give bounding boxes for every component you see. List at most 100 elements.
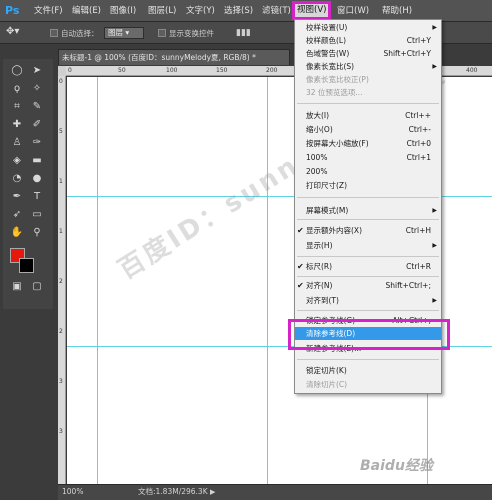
menu-item-rulers[interactable]: ✔ 标尺(R) Ctrl+R [295,260,441,273]
move-tool-icon[interactable]: ✥▾ [6,26,19,37]
ruler-tick-label: 3 [59,378,63,385]
ruler-tick-label: 400 [466,67,478,74]
menu-help[interactable]: 帮助(H) [380,4,414,18]
menu-item-clear-slices: 清除切片(C) [306,380,348,389]
menu-separator [297,103,439,104]
ruler-origin[interactable] [58,66,66,76]
gradient-tool-icon[interactable]: ▬ [28,153,46,169]
show-transform-checkbox[interactable] [158,29,166,37]
document-info[interactable]: 文档:1.83M/296.3K [138,485,208,499]
lasso-tool-icon[interactable]: ϙ [8,81,26,97]
ruler-tick-label: 200 [266,67,278,74]
screen-mode-icon[interactable]: ▢ [28,279,46,295]
menu-item-proof-colors[interactable]: 校样颜色(L) Ctrl+Y [295,34,441,47]
submenu-arrow-icon: ▶ [432,207,437,214]
menu-item-100-percent[interactable]: 100% Ctrl+1 [295,151,441,164]
zoom-level[interactable]: 100% [62,485,83,499]
menu-select[interactable]: 选择(S) [222,4,255,18]
eyedropper-icon[interactable]: ✎ [28,99,46,115]
crop-tool-icon[interactable]: ⌗ [8,99,26,115]
quick-mask-icon[interactable]: ▣ [8,279,26,295]
menu-separator [297,256,439,257]
auto-select-dropdown[interactable]: 图层 ▾ [104,27,144,39]
submenu-arrow-icon: ▶ [432,242,437,249]
move-tool-icon[interactable]: ➤ [28,63,46,79]
menu-layer[interactable]: 图层(L) [146,4,178,18]
marquee-tool-icon[interactable]: ◯ [8,63,26,79]
submenu-arrow-icon: ▶ [432,24,437,31]
menu-item-lock-slices[interactable]: 锁定切片(K) [295,364,441,377]
ruler-tick-label: 5 [59,128,63,135]
blur-tool-icon[interactable]: ◔ [8,171,26,187]
menu-item-print-size[interactable]: 打印尺寸(Z) [295,179,441,192]
ruler-tick-label: 150 [216,67,228,74]
ruler-tick-label: 0 [68,67,72,74]
healing-brush-icon[interactable]: ✚ [8,117,26,133]
menu-item-snap-to[interactable]: 对齐到(T) ▶ [295,294,441,307]
shape-tool-icon[interactable]: ▭ [28,207,46,223]
menu-type[interactable]: 文字(Y) [184,4,217,18]
background-color-swatch[interactable] [19,258,34,273]
checkmark-icon: ✔ [297,262,304,271]
menu-item-proof-setup[interactable]: 校样设置(U) ▶ [295,21,441,34]
menu-separator [297,276,439,277]
auto-select-checkbox[interactable] [50,29,58,37]
menu-file[interactable]: 文件(F) [32,4,65,18]
align-icons[interactable]: ▮▮▮ [236,28,251,39]
hand-tool-icon[interactable]: ✋ [8,225,26,241]
type-tool-icon[interactable]: T [28,189,46,205]
menu-item-pixel-aspect-correction: 像素长宽比校正(P) [306,75,369,84]
ruler-tick-label: 2 [59,328,63,335]
pen-tool-icon[interactable]: ✒ [8,189,26,205]
menu-separator [297,197,439,198]
ruler-tick-label: 2 [59,278,63,285]
brush-tool-icon[interactable]: ✐ [28,117,46,133]
baidu-watermark: Baidu经验 [360,458,433,474]
clone-stamp-icon[interactable]: ♙ [8,135,26,151]
annotation-highlight [288,319,450,350]
magic-wand-icon[interactable]: ✧ [28,81,46,97]
eraser-icon[interactable]: ◈ [8,153,26,169]
menu-item-pixel-aspect[interactable]: 像素长宽比(S) ▶ [295,60,441,73]
menu-item-32bit-preview: 32 位预览选项... [306,88,363,97]
zoom-tool-icon[interactable]: ⚲ [28,225,46,241]
checkmark-icon: ✔ [297,281,304,290]
ruler-tick-label: 1 [59,228,63,235]
ruler-tick-label: 0 [59,78,63,85]
ruler-tick-label: 1 [59,178,63,185]
status-bar: 100% 文档:1.83M/296.3K ▶ [58,484,492,500]
dodge-tool-icon[interactable]: ● [28,171,46,187]
vertical-ruler[interactable]: 0 5 1 1 2 2 3 3 [58,76,66,484]
menu-item-show[interactable]: 显示(H) ▶ [295,239,441,252]
menu-item-extras[interactable]: ✔ 显示额外内容(X) Ctrl+H [295,224,441,237]
menu-item-screen-mode[interactable]: 屏幕模式(M) ▶ [295,204,441,217]
menu-window[interactable]: 窗口(W) [335,4,371,18]
menu-item-200-percent[interactable]: 200% [295,165,441,178]
menu-separator [297,359,439,360]
history-brush-icon[interactable]: ✑ [28,135,46,151]
show-transform-label: 显示变换控件 [169,29,214,38]
menu-item-snap[interactable]: ✔ 对齐(N) Shift+Ctrl+; [295,279,441,292]
document-tab[interactable]: 未标题-1 @ 100% (百度ID：sunnyMelody夏, RGB/8) … [58,49,290,65]
submenu-arrow-icon: ▶ [432,63,437,70]
menu-view[interactable]: 视图(V) [292,1,332,20]
ruler-tick-label: 100 [166,67,178,74]
guide-line-vertical[interactable] [97,77,98,484]
submenu-arrow-icon: ▶ [432,297,437,304]
menu-item-zoom-in[interactable]: 放大(I) Ctrl++ [295,109,441,122]
path-select-icon[interactable]: ➶ [8,207,26,223]
menu-item-zoom-out[interactable]: 缩小(O) Ctrl+- [295,123,441,136]
checkmark-icon: ✔ [297,226,304,235]
menu-edit[interactable]: 编辑(E) [70,4,103,18]
auto-select-value: 图层 [108,28,123,37]
auto-select-label: 自动选择： [61,29,99,38]
menu-item-fit-screen[interactable]: 按屏幕大小缩放(F) Ctrl+0 [295,137,441,150]
status-arrow-icon[interactable]: ▶ [210,485,215,499]
menu-item-gamut-warning[interactable]: 色域警告(W) Shift+Ctrl+Y [295,47,441,60]
menu-filter[interactable]: 滤镜(T) [260,4,293,18]
ruler-tick-label: 3 [59,428,63,435]
ruler-tick-label: 50 [118,67,126,74]
menu-image[interactable]: 图像(I) [108,4,138,18]
guide-line-vertical[interactable] [267,77,268,484]
menu-separator [297,310,439,311]
